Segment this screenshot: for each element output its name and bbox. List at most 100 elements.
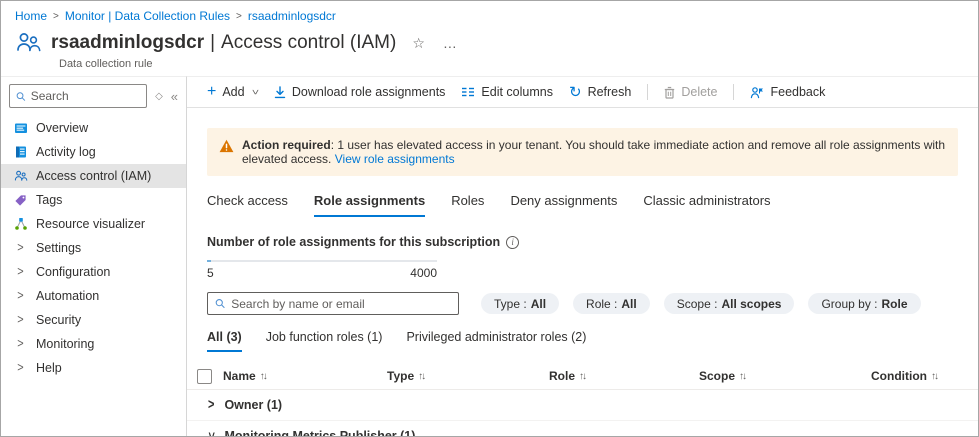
download-role-assignments-button[interactable]: Download role assignments bbox=[274, 85, 446, 99]
sidebar-item-monitoring[interactable]: > Monitoring bbox=[1, 332, 186, 356]
sidebar-item-label: Resource visualizer bbox=[36, 217, 145, 231]
column-header-type[interactable]: Type ↑↓ bbox=[387, 369, 549, 383]
sidebar-item-help[interactable]: > Help bbox=[1, 356, 186, 380]
pill-value: All bbox=[621, 297, 636, 311]
breadcrumb-separator: > bbox=[236, 11, 242, 22]
select-all-checkbox[interactable] bbox=[197, 369, 212, 384]
access-control-people-icon bbox=[13, 169, 28, 184]
filter-pill-type[interactable]: Type : All bbox=[481, 293, 559, 314]
sidebar-item-resource-visualizer[interactable]: Resource visualizer bbox=[1, 212, 186, 236]
pill-label: Role : bbox=[586, 297, 617, 311]
main-content: + Add > Download role assignments Edit c… bbox=[187, 76, 978, 436]
search-icon bbox=[215, 298, 225, 309]
column-header-condition[interactable]: Condition ↑↓ bbox=[871, 369, 978, 383]
pill-value: All scopes bbox=[721, 297, 781, 311]
chevron-right-icon: > bbox=[13, 337, 28, 351]
sidebar-search-input[interactable] bbox=[31, 89, 140, 103]
resource-menu-sidebar: ◇ « Overview Activity log Access control… bbox=[1, 76, 187, 436]
group-label: Owner (1) bbox=[224, 398, 282, 412]
sidebar-item-settings[interactable]: > Settings bbox=[1, 236, 186, 260]
chevron-right-icon: > bbox=[208, 397, 214, 413]
breadcrumb-monitor-dcr[interactable]: Monitor | Data Collection Rules bbox=[65, 9, 230, 23]
tab-roles[interactable]: Roles bbox=[451, 193, 484, 217]
sidebar-search-row: ◇ « bbox=[1, 84, 186, 108]
chevron-right-icon: > bbox=[13, 289, 28, 303]
download-icon bbox=[274, 86, 286, 99]
toolbar-divider bbox=[733, 84, 734, 100]
sidebar-item-configuration[interactable]: > Configuration bbox=[1, 260, 186, 284]
sort-icon: ↑↓ bbox=[739, 371, 745, 382]
pill-label: Group by : bbox=[821, 297, 877, 311]
tab-classic-administrators[interactable]: Classic administrators bbox=[643, 193, 770, 217]
favorite-star-icon[interactable]: ☆ bbox=[412, 35, 425, 52]
filter-pill-role[interactable]: Role : All bbox=[573, 293, 650, 314]
assignment-search-input[interactable] bbox=[231, 297, 451, 311]
tab-deny-assignments[interactable]: Deny assignments bbox=[510, 193, 617, 217]
menu-resize-icon[interactable]: ◇ bbox=[155, 91, 163, 102]
sidebar-item-label: Monitoring bbox=[36, 337, 94, 351]
overview-icon bbox=[13, 121, 28, 136]
column-header-scope[interactable]: Scope ↑↓ bbox=[699, 369, 871, 383]
role-assignments-meter: Number of role assignments for this subs… bbox=[207, 235, 958, 280]
sort-icon: ↑↓ bbox=[931, 371, 937, 382]
sidebar-item-automation[interactable]: > Automation bbox=[1, 284, 186, 308]
title-separator: | bbox=[210, 32, 215, 54]
column-header-role[interactable]: Role ↑↓ bbox=[549, 369, 699, 383]
sidebar-item-label: Help bbox=[36, 361, 62, 375]
view-role-assignments-link[interactable]: View role assignments bbox=[335, 152, 455, 166]
meter-current-value: 5 bbox=[207, 266, 214, 280]
pill-value: Role bbox=[882, 297, 908, 311]
banner-title: Action required bbox=[242, 138, 331, 152]
sidebar-item-tags[interactable]: Tags bbox=[1, 188, 186, 212]
blade-name: Access control (IAM) bbox=[221, 32, 396, 54]
role-assignments-table: Name ↑↓ Type ↑↓ Role ↑↓ Scope ↑↓ bbox=[187, 363, 978, 436]
group-row-owner[interactable]: > Owner (1) bbox=[187, 390, 978, 421]
plus-icon: + bbox=[207, 84, 216, 100]
breadcrumb-home[interactable]: Home bbox=[15, 9, 47, 23]
group-row-monitoring-metrics-publisher[interactable]: > Monitoring Metrics Publisher (1) bbox=[187, 421, 978, 437]
sidebar-item-label: Settings bbox=[36, 241, 81, 255]
refresh-icon: ↻ bbox=[569, 85, 582, 100]
tab-privileged-admin-roles[interactable]: Privileged administrator roles (2) bbox=[406, 330, 586, 352]
column-label: Role bbox=[549, 369, 575, 383]
sidebar-item-security[interactable]: > Security bbox=[1, 308, 186, 332]
sidebar-item-overview[interactable]: Overview bbox=[1, 116, 186, 140]
column-label: Name bbox=[223, 369, 256, 383]
info-icon[interactable]: i bbox=[506, 236, 519, 249]
iam-tabs: Check access Role assignments Roles Deny… bbox=[207, 193, 958, 217]
add-button[interactable]: + Add > bbox=[207, 84, 258, 100]
edit-columns-icon bbox=[461, 86, 475, 98]
delete-label: Delete bbox=[681, 85, 717, 99]
sidebar-item-access-control-iam[interactable]: Access control (IAM) bbox=[1, 164, 186, 188]
tab-check-access[interactable]: Check access bbox=[207, 193, 288, 217]
warning-triangle-icon bbox=[219, 139, 234, 153]
column-label: Scope bbox=[699, 369, 735, 383]
sidebar-menu: Overview Activity log Access control (IA… bbox=[1, 116, 186, 380]
meter-label: Number of role assignments for this subs… bbox=[207, 235, 500, 249]
sort-icon: ↑↓ bbox=[418, 371, 424, 382]
chevron-right-icon: > bbox=[13, 265, 28, 279]
assignment-search-box[interactable] bbox=[207, 292, 459, 315]
feedback-label: Feedback bbox=[770, 85, 825, 99]
tab-role-assignments[interactable]: Role assignments bbox=[314, 193, 425, 217]
sidebar-item-activity-log[interactable]: Activity log bbox=[1, 140, 186, 164]
column-label: Condition bbox=[871, 369, 927, 383]
more-options-icon[interactable]: … bbox=[443, 35, 458, 51]
breadcrumb-current[interactable]: rsaadminlogsdcr bbox=[248, 9, 336, 23]
sidebar-search-box[interactable] bbox=[9, 84, 147, 108]
breadcrumb-separator: > bbox=[53, 11, 59, 22]
filter-pill-scope[interactable]: Scope : All scopes bbox=[664, 293, 795, 314]
tab-all[interactable]: All (3) bbox=[207, 330, 242, 352]
feedback-button[interactable]: Feedback bbox=[750, 85, 825, 99]
group-label: Monitoring Metrics Publisher (1) bbox=[224, 429, 415, 437]
sidebar-item-label: Automation bbox=[36, 289, 99, 303]
column-header-name[interactable]: Name ↑↓ bbox=[223, 369, 387, 383]
edit-columns-button[interactable]: Edit columns bbox=[461, 85, 553, 99]
filter-pill-group-by[interactable]: Group by : Role bbox=[808, 293, 920, 314]
role-category-tabs: All (3) Job function roles (1) Privilege… bbox=[207, 330, 958, 352]
refresh-button[interactable]: ↻ Refresh bbox=[569, 85, 631, 100]
delete-button[interactable]: Delete bbox=[664, 85, 717, 99]
edit-columns-label: Edit columns bbox=[481, 85, 553, 99]
menu-collapse-icon[interactable]: « bbox=[171, 89, 178, 104]
tab-job-function-roles[interactable]: Job function roles (1) bbox=[266, 330, 383, 352]
